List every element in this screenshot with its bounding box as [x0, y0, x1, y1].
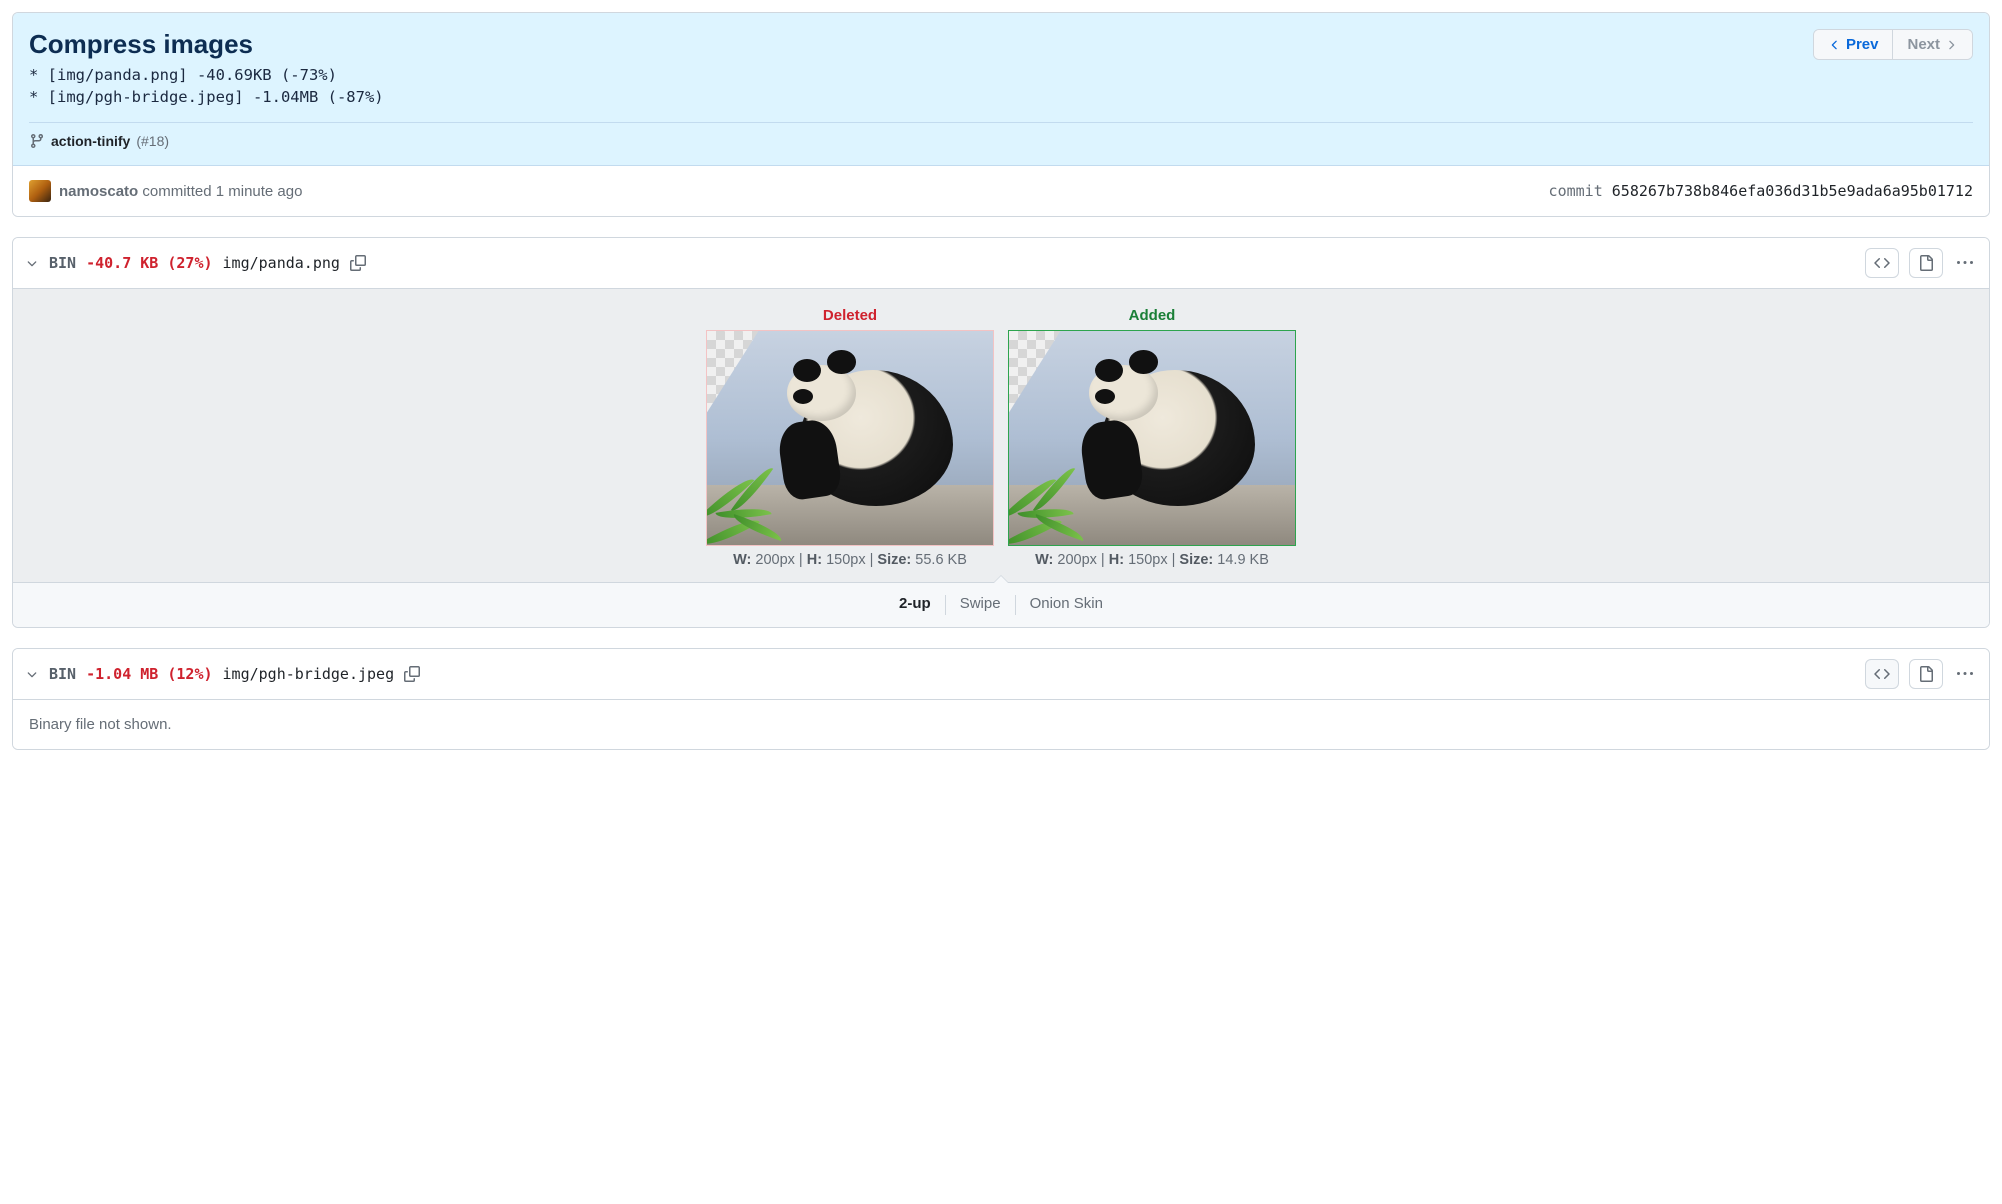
image-diff-body: Deleted	[13, 289, 1989, 582]
committer-row: namoscato committed 1 minute ago commit …	[13, 166, 1989, 216]
prev-label: Prev	[1846, 36, 1879, 53]
view-source-button[interactable]	[1865, 659, 1899, 689]
deleted-meta: W: 200px | H: 150px | Size: 55.6 KB	[706, 552, 994, 568]
file-menu-button[interactable]	[1953, 255, 1977, 271]
chevron-down-icon	[25, 256, 39, 270]
pr-reference[interactable]: (#18)	[136, 133, 169, 149]
avatar[interactable]	[29, 180, 51, 202]
commit-title: Compress images	[29, 29, 384, 60]
sha-label: commit	[1549, 182, 1603, 200]
next-button[interactable]: Next	[1893, 30, 1972, 59]
collapse-toggle[interactable]	[25, 256, 39, 270]
added-label: Added	[1008, 307, 1296, 324]
prev-next-group: Prev Next	[1813, 29, 1973, 60]
branch-name[interactable]: action-tinify	[51, 133, 130, 149]
commit-author[interactable]: namoscato	[59, 183, 138, 200]
prev-button[interactable]: Prev	[1814, 30, 1894, 59]
file-path[interactable]: img/pgh-bridge.jpeg	[223, 665, 395, 683]
copy-path-button[interactable]	[350, 255, 366, 271]
file-header: BIN -40.7 KB (27%) img/panda.png	[13, 238, 1989, 289]
added-image-column: Added	[1008, 307, 1296, 568]
binary-label: BIN	[49, 665, 76, 683]
file-diff-card: BIN -1.04 MB (12%) img/pgh-bridge.jpeg B…	[12, 648, 1990, 750]
code-icon	[1874, 255, 1890, 271]
next-label: Next	[1907, 36, 1940, 53]
file-path[interactable]: img/panda.png	[223, 254, 340, 272]
view-file-button[interactable]	[1909, 248, 1943, 278]
code-icon	[1874, 666, 1890, 682]
deleted-image[interactable]	[706, 330, 994, 546]
mode-2up[interactable]: 2-up	[885, 595, 945, 615]
file-header: BIN -1.04 MB (12%) img/pgh-bridge.jpeg	[13, 649, 1989, 700]
view-file-button[interactable]	[1909, 659, 1943, 689]
deleted-image-column: Deleted	[706, 307, 994, 568]
file-icon	[1918, 666, 1934, 682]
commit-body-line: * [img/panda.png] -40.69KB (-73%)	[29, 66, 384, 84]
mode-onion-skin[interactable]: Onion Skin	[1016, 595, 1117, 615]
collapse-toggle[interactable]	[25, 667, 39, 681]
committed-time: committed 1 minute ago	[142, 183, 302, 200]
copy-path-button[interactable]	[404, 666, 420, 682]
commit-box: Compress images * [img/panda.png] -40.69…	[12, 12, 1990, 217]
binary-not-shown: Binary file not shown.	[13, 700, 1989, 749]
file-diff-card: BIN -40.7 KB (27%) img/panda.png Deleted	[12, 237, 1990, 628]
copy-icon	[404, 666, 420, 682]
chevron-left-icon	[1828, 38, 1842, 52]
commit-sha[interactable]: 658267b738b846efa036d31b5e9ada6a95b01712	[1612, 182, 1973, 200]
added-image[interactable]	[1008, 330, 1296, 546]
copy-icon	[350, 255, 366, 271]
kebab-icon	[1957, 255, 1973, 271]
deleted-label: Deleted	[706, 307, 994, 324]
diff-stat: -1.04 MB (12%)	[86, 665, 212, 683]
view-source-button[interactable]	[1865, 248, 1899, 278]
file-icon	[1918, 255, 1934, 271]
branch-row: action-tinify (#18)	[29, 122, 1973, 149]
commit-sha-block: commit 658267b738b846efa036d31b5e9ada6a9…	[1549, 182, 1973, 200]
kebab-icon	[1957, 666, 1973, 682]
chevron-down-icon	[25, 667, 39, 681]
diff-stat: -40.7 KB (27%)	[86, 254, 212, 272]
commit-header: Compress images * [img/panda.png] -40.69…	[13, 13, 1989, 166]
git-branch-icon	[29, 133, 45, 149]
added-meta: W: 200px | H: 150px | Size: 14.9 KB	[1008, 552, 1296, 568]
binary-label: BIN	[49, 254, 76, 272]
chevron-right-icon	[1944, 38, 1958, 52]
view-modes: 2-up Swipe Onion Skin	[13, 582, 1989, 627]
mode-swipe[interactable]: Swipe	[946, 595, 1015, 615]
file-menu-button[interactable]	[1953, 666, 1977, 682]
commit-body-line: * [img/pgh-bridge.jpeg] -1.04MB (-87%)	[29, 88, 384, 106]
